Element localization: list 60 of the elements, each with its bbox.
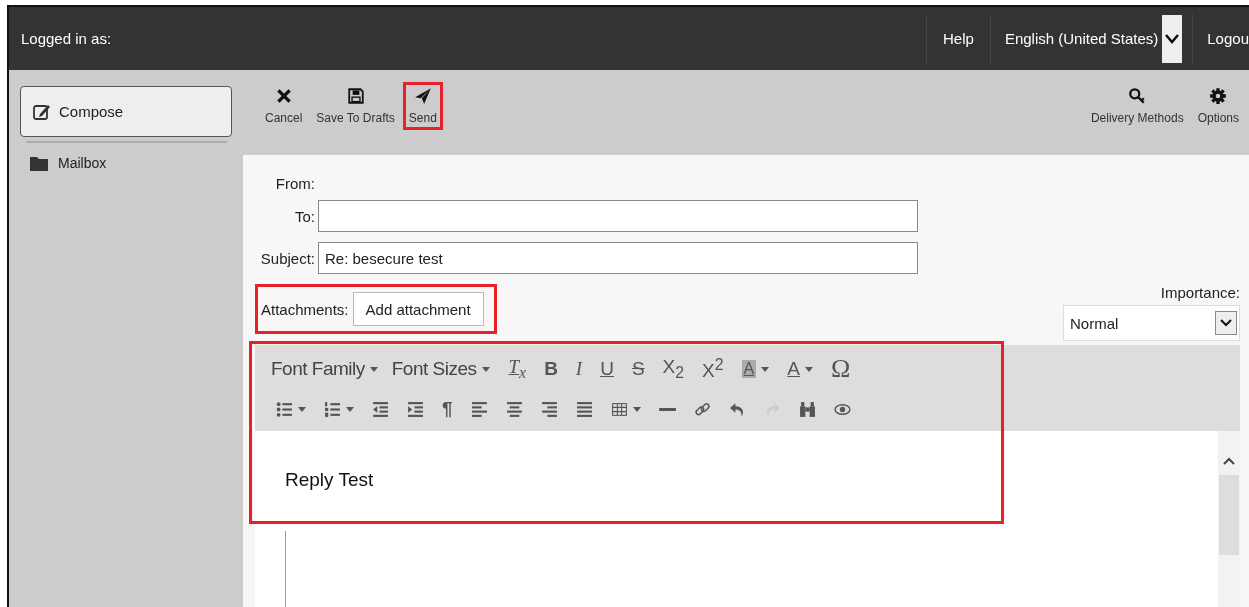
format-button[interactable]: X$_{2}$ [655, 354, 692, 384]
dropdown-menu[interactable]: Font Sizes [389, 354, 498, 384]
format-button[interactable]: I [568, 354, 590, 384]
attachments-label: Attachments: [261, 300, 349, 318]
toolbar-button[interactable]: Send [402, 82, 443, 130]
add-attachment-button[interactable]: Add attachment [352, 292, 484, 326]
caret-icon [761, 366, 770, 372]
toolbar-button[interactable]: Options [1191, 82, 1245, 130]
format-button[interactable]: T$_{x}$ [501, 354, 534, 384]
importance-select[interactable]: Normal [1063, 305, 1240, 341]
justify-icon [575, 400, 593, 418]
compose-button[interactable]: Compose [20, 86, 232, 137]
paper-plane-icon [413, 87, 432, 105]
toolbar-button[interactable]: Save To Drafts [310, 82, 401, 130]
importance-label: Importance: [1160, 284, 1240, 301]
logout-link[interactable]: Logou [1192, 13, 1249, 64]
gear-icon [1209, 87, 1228, 105]
format-button[interactable]: B [537, 354, 565, 384]
format-button[interactable]: Ω [823, 354, 858, 384]
language-select[interactable]: English (United States) [989, 13, 1193, 64]
from-label: From: [274, 175, 315, 192]
chevron-down-icon [1220, 319, 1232, 327]
format-button[interactable]: ¶ [435, 394, 460, 424]
pencil-square-icon [33, 102, 51, 121]
help-link[interactable]: Help [926, 13, 990, 64]
caret-icon [632, 406, 641, 412]
link-icon [693, 400, 711, 418]
scrollbar[interactable] [1218, 431, 1240, 607]
caret-icon [346, 406, 354, 412]
numbered-list-icon [324, 400, 341, 418]
to-field[interactable] [318, 200, 918, 232]
close-icon [274, 87, 293, 105]
sidebar-item[interactable]: Mailbox [20, 155, 233, 171]
align-left-icon [470, 400, 488, 418]
format-button[interactable]: A [780, 354, 820, 384]
caret-icon [298, 406, 306, 412]
outdent-icon [372, 400, 389, 418]
indent-icon [407, 400, 424, 418]
folder-icon [30, 155, 48, 171]
align-right-icon [540, 400, 558, 418]
toolbar-button[interactable]: Delivery Methods [1084, 82, 1190, 130]
subject-field[interactable]: Re: besecure test [318, 242, 918, 274]
format-button[interactable]: S [624, 354, 652, 384]
binoculars-icon [798, 400, 816, 418]
to-label: To: [294, 207, 315, 225]
align-center-icon [505, 400, 523, 418]
chevron-up-icon [1223, 457, 1235, 465]
caret-icon [481, 366, 490, 372]
caret-icon [369, 366, 378, 372]
caret-icon [804, 366, 813, 372]
format-button[interactable]: U [593, 354, 621, 384]
toolbar-button[interactable]: Cancel [259, 82, 309, 130]
dropdown-menu[interactable]: Font Family [269, 354, 386, 384]
table-icon [610, 400, 628, 418]
subject-label: Subject: [259, 249, 315, 267]
message-body-text: Reply Test [285, 469, 374, 491]
format-button[interactable]: X$^{2}$ [695, 354, 731, 384]
bullet-list-icon [276, 400, 293, 418]
chevron-down-icon [1165, 33, 1180, 44]
logged-in-label: Logged in as: [20, 30, 113, 47]
